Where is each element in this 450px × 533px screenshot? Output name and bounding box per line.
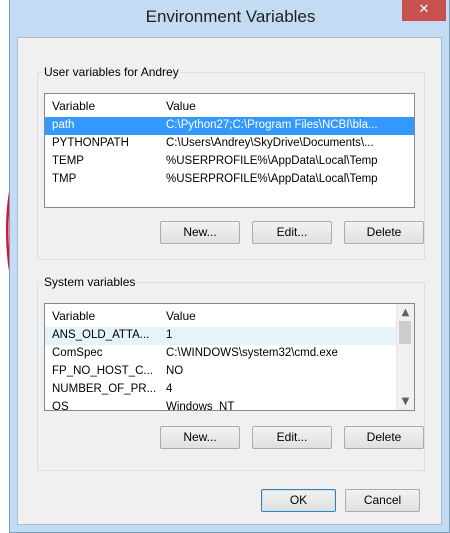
system-edit-button[interactable]: Edit... — [252, 426, 332, 449]
column-header-value[interactable]: Value — [166, 309, 196, 323]
user-variables-label: User variables for Andrey — [42, 65, 181, 79]
scroll-up-icon[interactable]: ▲ — [397, 304, 414, 321]
dialog-body: User variables for Andrey Variable Value… — [17, 37, 442, 525]
variable-name: path — [52, 119, 75, 131]
table-row[interactable]: PYTHONPATH C:\Users\Andrey\SkyDrive\Docu… — [45, 135, 414, 153]
column-header-variable[interactable]: Variable — [52, 99, 95, 113]
column-header-value[interactable]: Value — [166, 99, 196, 113]
system-variables-label: System variables — [42, 275, 138, 289]
environment-variables-dialog: Environment Variables ✕ User variables f… — [9, 0, 450, 533]
table-row[interactable]: OS Windows_NT — [45, 399, 397, 411]
table-row[interactable]: FP_NO_HOST_C... NO — [45, 363, 397, 381]
user-new-button[interactable]: New... — [160, 221, 240, 244]
variable-name: ComSpec — [52, 347, 103, 359]
variable-name: TMP — [52, 173, 77, 185]
variable-name: NUMBER_OF_PR... — [52, 383, 157, 395]
system-variables-list[interactable]: Variable Value ANS_OLD_ATTA... 1 ComSpec… — [44, 303, 415, 411]
variable-value: %USERPROFILE%\AppData\Local\Temp — [166, 173, 378, 185]
cancel-button[interactable]: Cancel — [345, 489, 420, 512]
vertical-scrollbar[interactable]: ▲ ▼ — [396, 304, 414, 410]
user-variables-list[interactable]: Variable Value path C:\Python27;C:\Progr… — [44, 93, 415, 208]
list-header: Variable Value — [45, 94, 414, 116]
variable-name: FP_NO_HOST_C... — [52, 365, 153, 377]
variable-name: PYTHONPATH — [52, 137, 129, 149]
variable-value: C:\Python27;C:\Program Files\NCBI\bla... — [166, 119, 378, 131]
variable-value: C:\WINDOWS\system32\cmd.exe — [166, 347, 338, 359]
column-header-variable[interactable]: Variable — [52, 309, 95, 323]
ok-button[interactable]: OK — [261, 489, 336, 512]
variable-value: %USERPROFILE%\AppData\Local\Temp — [166, 155, 378, 167]
system-variables-group: System variables Variable Value ANS_OLD_… — [37, 275, 425, 471]
scroll-down-icon[interactable]: ▼ — [397, 393, 414, 410]
system-new-button[interactable]: New... — [160, 426, 240, 449]
system-delete-button[interactable]: Delete — [344, 426, 424, 449]
table-row[interactable]: ANS_OLD_ATTA... 1 — [45, 327, 397, 345]
variable-name: ANS_OLD_ATTA... — [52, 329, 150, 341]
variable-value: C:\Users\Andrey\SkyDrive\Documents\... — [166, 137, 374, 149]
variable-value: 4 — [166, 383, 173, 395]
variable-value: 1 — [166, 329, 173, 341]
variable-name: TEMP — [52, 155, 84, 167]
table-row[interactable]: path C:\Python27;C:\Program Files\NCBI\b… — [45, 117, 414, 135]
scroll-thumb[interactable] — [399, 321, 411, 344]
table-row[interactable]: ComSpec C:\WINDOWS\system32\cmd.exe — [45, 345, 397, 363]
table-row[interactable]: TEMP %USERPROFILE%\AppData\Local\Temp — [45, 153, 414, 171]
user-edit-button[interactable]: Edit... — [252, 221, 332, 244]
variable-value: NO — [166, 365, 184, 377]
user-delete-button[interactable]: Delete — [344, 221, 424, 244]
list-header: Variable Value — [45, 304, 414, 326]
table-row[interactable]: NUMBER_OF_PR... 4 — [45, 381, 397, 399]
close-button[interactable]: ✕ — [402, 0, 446, 21]
variable-name: OS — [52, 401, 69, 411]
user-variables-group: User variables for Andrey Variable Value… — [37, 65, 425, 260]
table-row[interactable]: TMP %USERPROFILE%\AppData\Local\Temp — [45, 171, 414, 189]
title-bar[interactable]: Environment Variables ✕ — [10, 0, 450, 37]
variable-value: Windows_NT — [166, 401, 235, 411]
window-title: Environment Variables — [145, 7, 316, 26]
